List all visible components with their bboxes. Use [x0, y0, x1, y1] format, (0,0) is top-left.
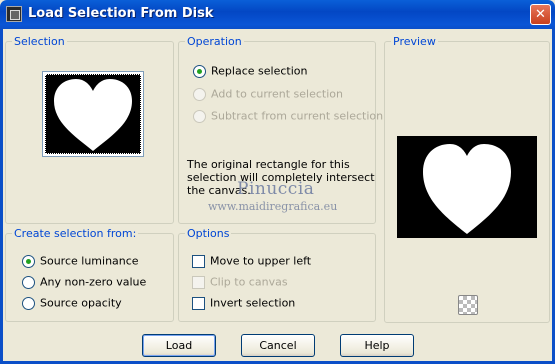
cancel-button[interactable]: Cancel — [241, 334, 315, 357]
load-button[interactable]: Load — [142, 334, 216, 357]
options-group: Options Move to upper left Clip to canva… — [178, 227, 376, 322]
radio-source-luminance[interactable]: Source luminance — [22, 254, 139, 268]
operation-group: Operation Replace selection Add to curre… — [178, 35, 383, 224]
radio-button[interactable] — [22, 296, 35, 310]
radio-button[interactable] — [193, 64, 206, 78]
checkbox[interactable] — [192, 254, 205, 268]
heart-shape — [54, 79, 132, 151]
radio-source-opacity[interactable]: Source opacity — [22, 296, 122, 310]
checkbox-invert-selection[interactable]: Invert selection — [192, 296, 295, 310]
create-selection-group: Create selection from: Source luminance … — [5, 227, 174, 322]
heart-shape — [423, 144, 511, 234]
radio-button — [193, 109, 206, 123]
radio-button[interactable] — [22, 254, 35, 268]
checkbox-move-to-upper-left[interactable]: Move to upper left — [192, 254, 311, 268]
title-bar: Load Selection From Disk ✕ — [0, 0, 555, 29]
radio-label: Source luminance — [40, 254, 139, 268]
window-title: Load Selection From Disk — [28, 6, 214, 21]
radio-label: Add to current selection — [211, 87, 343, 101]
radio-label: Any non-zero value — [40, 275, 147, 289]
checkbox — [192, 275, 205, 289]
checkerboard-icon[interactable] — [458, 295, 478, 315]
watermark-name: Pinuccia — [237, 179, 315, 199]
selection-thumbnail-image — [45, 74, 141, 154]
radio-replace-selection[interactable]: Replace selection — [193, 64, 307, 78]
options-legend: Options — [185, 227, 232, 240]
preview-legend: Preview — [391, 35, 438, 48]
checkbox-label: Move to upper left — [210, 254, 312, 268]
radio-button[interactable] — [22, 275, 35, 289]
radio-label: Subtract from current selection — [211, 109, 384, 123]
radio-add-to-current-selection: Add to current selection — [193, 87, 343, 101]
create-selection-legend: Create selection from: — [12, 227, 139, 240]
radio-label: Source opacity — [40, 296, 122, 310]
checkbox[interactable] — [192, 296, 205, 310]
radio-button — [193, 87, 206, 101]
app-icon — [6, 6, 22, 22]
close-button[interactable]: ✕ — [530, 4, 551, 25]
help-button[interactable]: Help — [340, 334, 414, 357]
checkbox-clip-to-canvas: Clip to canvas — [192, 275, 288, 289]
selection-thumbnail[interactable] — [42, 71, 144, 157]
preview-image — [397, 136, 537, 238]
selection-group: Selection — [5, 35, 174, 224]
checkbox-label: Invert selection — [210, 296, 296, 310]
preview-group: Preview — [384, 35, 550, 323]
operation-legend: Operation — [185, 35, 244, 48]
radio-label: Replace selection — [211, 64, 308, 78]
selection-legend: Selection — [12, 35, 67, 48]
radio-any-non-zero-value[interactable]: Any non-zero value — [22, 275, 146, 289]
checkbox-label: Clip to canvas — [210, 275, 288, 289]
watermark-url: www.maidiregrafica.eu — [208, 200, 338, 213]
radio-subtract-from-current-selection: Subtract from current selection — [193, 109, 383, 123]
